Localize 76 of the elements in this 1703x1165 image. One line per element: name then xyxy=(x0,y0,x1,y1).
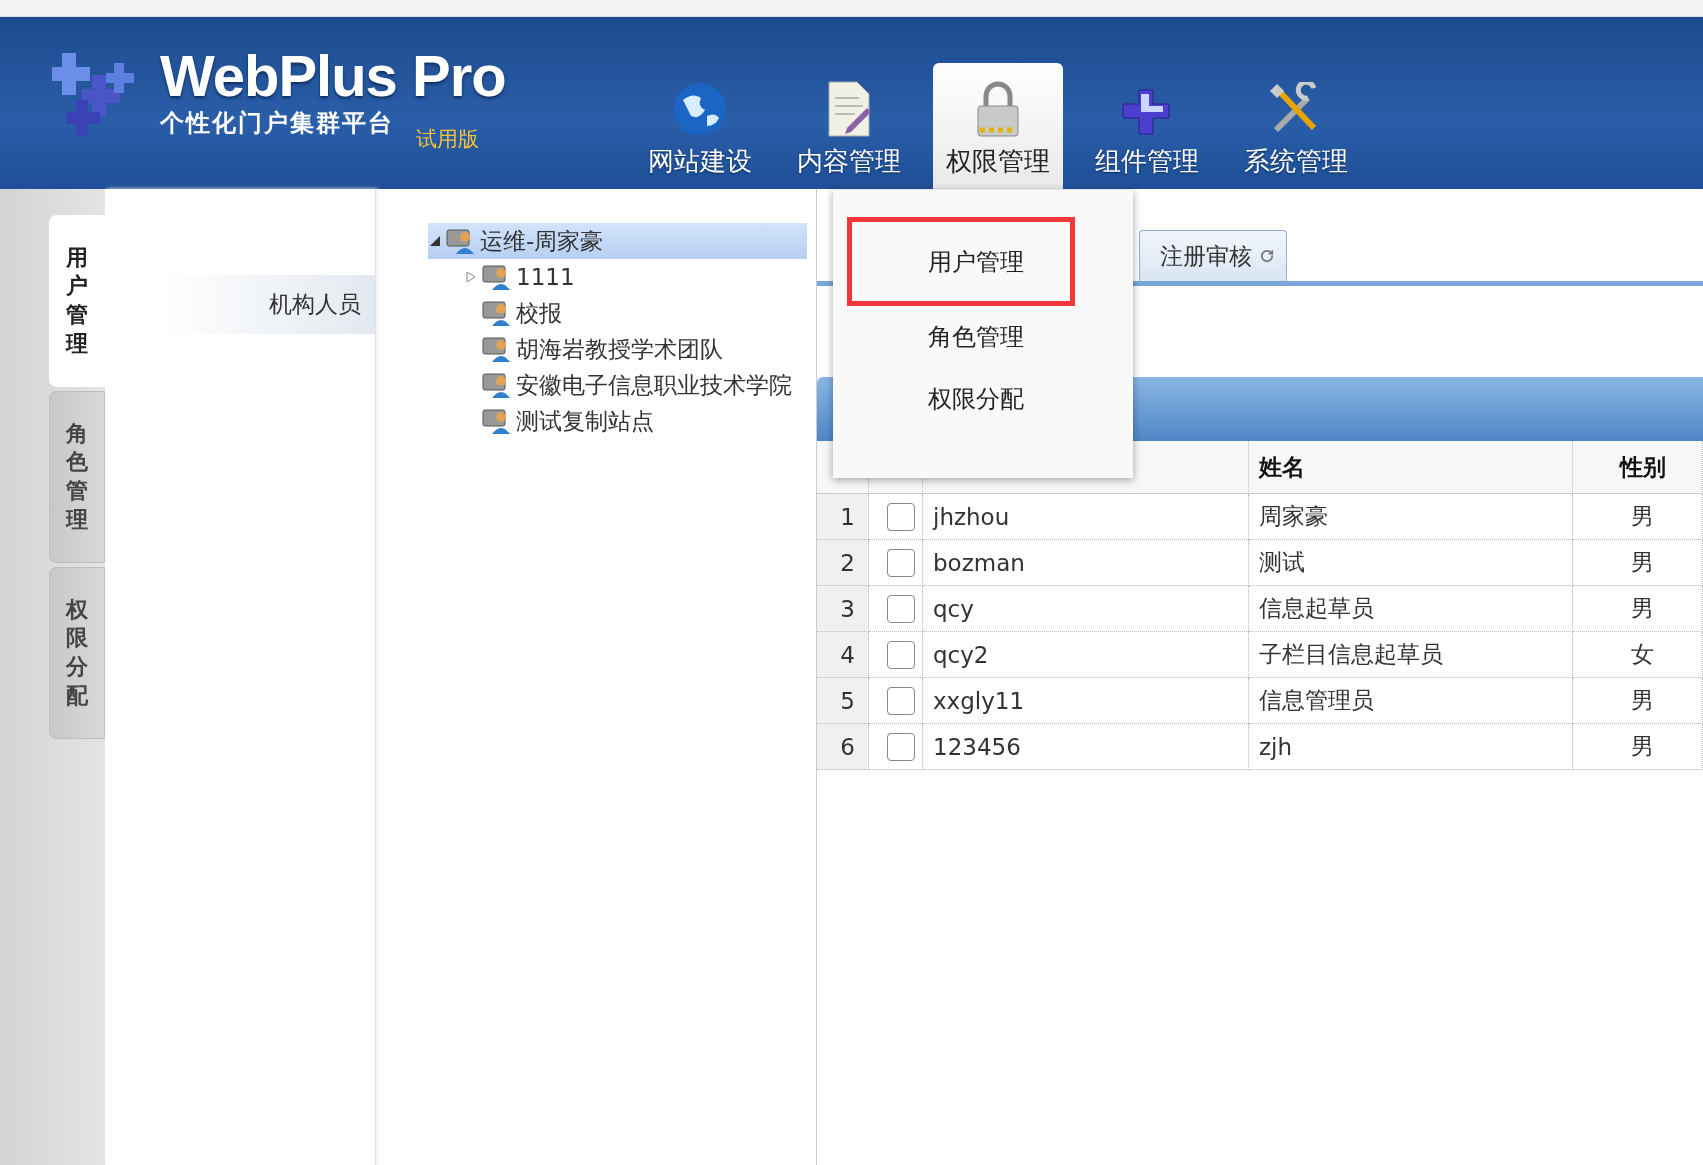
row-number: 4 xyxy=(817,632,869,678)
table-cell: jhzhou xyxy=(923,494,1249,540)
row-checkbox[interactable] xyxy=(886,640,915,669)
table-cell: bozman xyxy=(923,540,1249,586)
side-tab[interactable]: 权限分配 xyxy=(49,567,105,739)
tree-node[interactable]: 1111 xyxy=(464,259,816,295)
row-checkbox[interactable] xyxy=(886,686,915,715)
padlock-icon xyxy=(974,80,1022,138)
nav-tab-label: 系统管理 xyxy=(1244,145,1348,178)
nav-tab[interactable]: 内容管理 xyxy=(784,63,914,189)
user-monitor-icon xyxy=(482,263,512,291)
table-cell: 周家豪 xyxy=(1249,494,1573,540)
tree-node-label: 校报 xyxy=(516,298,562,328)
tree-node[interactable]: 胡海岩教授学术团队 xyxy=(464,331,816,367)
refresh-icon[interactable] xyxy=(1260,249,1274,263)
row-number: 3 xyxy=(817,586,869,632)
user-monitor-icon xyxy=(446,227,476,255)
nav-tab-label: 权限管理 xyxy=(946,145,1050,178)
user-monitor-icon xyxy=(482,335,512,363)
tree-node[interactable]: 测试复制站点 xyxy=(464,403,816,439)
row-number: 2 xyxy=(817,540,869,586)
table-cell: 男 xyxy=(1573,724,1703,770)
row-number: 5 xyxy=(817,678,869,724)
table-cell: 测试 xyxy=(1249,540,1573,586)
tab[interactable]: 注册审核 xyxy=(1139,230,1287,281)
app-title: WebPlus Pro xyxy=(160,45,506,107)
collapsed-triangle-icon[interactable] xyxy=(464,270,478,284)
table-cell: 女 xyxy=(1573,632,1703,678)
nav-tab[interactable]: 组件管理 xyxy=(1082,63,1212,189)
nav-tab-label: 组件管理 xyxy=(1095,145,1199,178)
table-cell: 信息起草员 xyxy=(1249,586,1573,632)
expanded-triangle-icon[interactable] xyxy=(428,234,442,248)
nav-tab[interactable]: 权限管理 xyxy=(933,63,1063,189)
user-monitor-icon xyxy=(482,371,512,399)
row-checkbox[interactable] xyxy=(886,594,915,623)
side-tab[interactable]: 用户管理 xyxy=(49,215,105,387)
table-cell: qcy xyxy=(923,586,1249,632)
tree-node-label: 1111 xyxy=(516,264,575,290)
dropdown-item[interactable]: 角色管理 xyxy=(847,306,1075,368)
globe-icon xyxy=(671,80,729,138)
row-number: 6 xyxy=(817,724,869,770)
row-number: 1 xyxy=(817,494,869,540)
edition-label: 试用版 xyxy=(416,126,479,153)
app-subtitle: 个性化门户集群平台 xyxy=(160,108,394,139)
nav-tab[interactable]: 网站建设 xyxy=(635,63,765,189)
tree-node-label: 运维-周家豪 xyxy=(480,226,604,256)
nav-tab[interactable]: 系统管理 xyxy=(1231,63,1361,189)
user-monitor-icon xyxy=(482,407,512,435)
row-checkbox[interactable] xyxy=(886,732,915,761)
column-header[interactable]: 性别 xyxy=(1573,441,1703,494)
user-monitor-icon xyxy=(482,299,512,327)
column-header[interactable]: 姓名 xyxy=(1249,441,1573,494)
tree-node[interactable]: 运维-周家豪 xyxy=(428,223,807,259)
table-cell: 123456 xyxy=(923,724,1249,770)
table-cell: 男 xyxy=(1573,678,1703,724)
table-cell: 子栏目信息起草员 xyxy=(1249,632,1573,678)
row-checkbox[interactable] xyxy=(886,502,915,531)
dropdown-item[interactable]: 权限分配 xyxy=(847,368,1075,430)
tree-node[interactable]: 校报 xyxy=(464,295,816,331)
table-cell: 信息管理员 xyxy=(1249,678,1573,724)
tree-node-label: 测试复制站点 xyxy=(516,406,654,436)
table-cell: 男 xyxy=(1573,586,1703,632)
tab-label: 注册审核 xyxy=(1160,241,1252,271)
tree-node-label: 安徽电子信息职业技术学院 xyxy=(516,370,792,400)
row-checkbox[interactable] xyxy=(886,548,915,577)
table-cell: xxgly11 xyxy=(923,678,1249,724)
dropdown-item[interactable]: 用户管理 xyxy=(847,217,1075,306)
side-tab[interactable]: 角色管理 xyxy=(49,391,105,563)
nav-tab-label: 网站建设 xyxy=(648,145,752,178)
table-cell: 男 xyxy=(1573,540,1703,586)
table-cell: 男 xyxy=(1573,494,1703,540)
table-cell: qcy2 xyxy=(923,632,1249,678)
table-cell: zjh xyxy=(1249,724,1573,770)
tree-node[interactable]: 安徽电子信息职业技术学院 xyxy=(464,367,816,403)
tree-node-label: 胡海岩教授学术团队 xyxy=(516,334,723,364)
nav-tab-label: 内容管理 xyxy=(797,145,901,178)
